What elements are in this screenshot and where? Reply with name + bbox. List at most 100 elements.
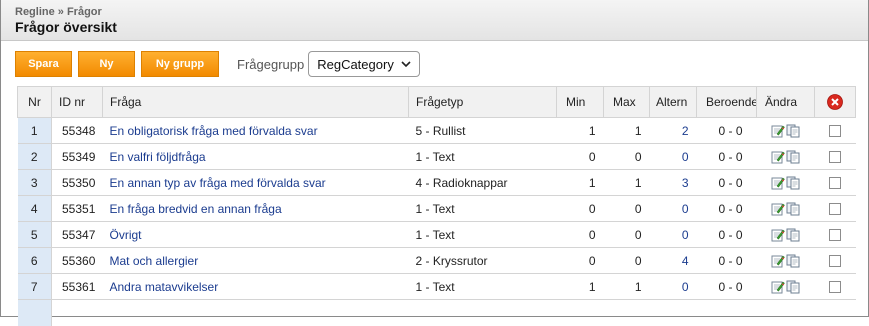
row-number: 1	[17, 117, 52, 144]
row-edit-actions[interactable]	[756, 221, 815, 248]
col-header-nr[interactable]: Nr	[17, 86, 52, 118]
col-header-altern[interactable]: Altern	[649, 86, 697, 118]
row-altern[interactable]: 2	[649, 117, 697, 144]
edit-icon-group[interactable]	[771, 254, 800, 268]
row-type: 4 - Radioknappar	[408, 169, 557, 196]
row-id: 55350	[51, 169, 103, 196]
row-id: 55348	[51, 117, 103, 144]
new-group-button[interactable]: Ny grupp	[141, 51, 219, 77]
new-button[interactable]: Ny	[78, 51, 135, 77]
delete-checkbox[interactable]	[829, 229, 841, 242]
question-link[interactable]: En annan typ av fråga med förvalda svar	[110, 176, 326, 190]
copy-icon	[786, 254, 800, 268]
delete-checkbox[interactable]	[829, 203, 841, 216]
row-max: 0	[603, 195, 650, 222]
row-type: 2 - Kryssrutor	[408, 247, 557, 274]
row-number: 4	[17, 195, 52, 222]
page-header: Regline » Frågor Frågor översikt	[1, 0, 868, 41]
table-row: 6 55360 Mat och allergier 2 - Kryssrutor 0 0 4…	[17, 247, 856, 274]
app-frame: Regline » Frågor Frågor översikt Spara N…	[0, 0, 869, 326]
table-row: 1 55348 En obligatorisk fråga med förvalda…	[17, 117, 856, 144]
question-link[interactable]: Mat och allergier	[110, 254, 199, 268]
row-edit-actions[interactable]	[756, 117, 815, 144]
row-delete-cell	[814, 143, 856, 170]
edit-pencil-icon	[771, 151, 785, 164]
delete-all-icon[interactable]	[827, 94, 843, 110]
row-delete-cell	[814, 247, 856, 274]
row-id: 55360	[51, 247, 103, 274]
copy-icon	[786, 176, 800, 190]
delete-checkbox[interactable]	[829, 151, 841, 164]
row-min: 0	[556, 221, 604, 248]
copy-icon	[786, 150, 800, 164]
copy-icon	[786, 228, 800, 242]
page-title: Frågor översikt	[15, 19, 117, 35]
breadcrumb[interactable]: Regline » Frågor	[15, 6, 868, 18]
row-edit-actions[interactable]	[756, 169, 815, 196]
edit-pencil-icon	[771, 255, 785, 268]
row-max: 1	[603, 169, 650, 196]
row-min: 1	[556, 169, 604, 196]
row-altern[interactable]: 0	[649, 273, 697, 300]
question-group-select[interactable]: RegCategory	[308, 51, 421, 77]
edit-icon-group[interactable]	[771, 150, 800, 164]
row-min: 1	[556, 117, 604, 144]
table-row: 5 55347 Övrigt 1 - Text 0 0 0 0 - 0	[17, 221, 856, 248]
delete-checkbox[interactable]	[829, 177, 841, 190]
col-header-delete[interactable]	[814, 86, 856, 118]
edit-icon-group[interactable]	[771, 202, 800, 216]
question-link[interactable]: En valfri följdfråga	[110, 150, 206, 164]
row-edit-actions[interactable]	[756, 195, 815, 222]
row-altern[interactable]: 4	[649, 247, 697, 274]
col-header-edit[interactable]: Ändra	[756, 86, 815, 118]
row-number: 6	[17, 247, 52, 274]
question-group-label: Frågegrupp	[237, 56, 305, 72]
row-id: 55347	[51, 221, 103, 248]
row-max: 0	[603, 221, 650, 248]
edit-pencil-icon	[771, 203, 785, 216]
row-delete-cell	[814, 117, 856, 144]
row-edit-actions[interactable]	[756, 247, 815, 274]
col-header-max[interactable]: Max	[603, 86, 650, 118]
col-header-type[interactable]: Frågetyp	[408, 86, 557, 118]
row-altern[interactable]: 0	[649, 221, 697, 248]
question-link[interactable]: En obligatorisk fråga med förvalda svar	[110, 124, 318, 138]
row-number: 7	[17, 273, 52, 300]
copy-icon	[786, 202, 800, 216]
row-edit-actions[interactable]	[756, 143, 815, 170]
edit-icon-group[interactable]	[771, 176, 800, 190]
question-link[interactable]: Andra matavvikelser	[110, 280, 219, 294]
delete-checkbox[interactable]	[829, 125, 841, 138]
table-header-row: Nr ID nr Fråga Frågetyp Min Max Altern B…	[17, 86, 856, 118]
row-altern[interactable]: 0	[649, 143, 697, 170]
edit-icon-group[interactable]	[771, 228, 800, 242]
table-filler-row	[17, 299, 856, 326]
row-type: 1 - Text	[408, 143, 557, 170]
row-type: 1 - Text	[408, 221, 557, 248]
col-header-dependent[interactable]: Beroende	[696, 86, 757, 118]
row-number: 2	[17, 143, 52, 170]
edit-icon-group[interactable]	[771, 280, 800, 294]
question-link[interactable]: En fråga bredvid en annan fråga	[110, 202, 282, 216]
table-row: 4 55351 En fråga bredvid en annan fråga 1 -…	[17, 195, 856, 222]
row-type: 1 - Text	[408, 195, 557, 222]
save-button[interactable]: Spara	[15, 51, 72, 77]
question-link[interactable]: Övrigt	[110, 228, 142, 242]
row-dependent: 0 - 0	[696, 221, 757, 248]
questions-table: Nr ID nr Fråga Frågetyp Min Max Altern B…	[17, 86, 856, 326]
row-delete-cell	[814, 169, 856, 196]
row-altern[interactable]: 0	[649, 195, 697, 222]
chevron-down-icon	[401, 61, 411, 68]
col-header-id[interactable]: ID nr	[51, 86, 103, 118]
delete-checkbox[interactable]	[829, 255, 841, 268]
edit-icon-group[interactable]	[771, 124, 800, 138]
table-row: 3 55350 En annan typ av fråga med förvalda…	[17, 169, 856, 196]
row-altern[interactable]: 3	[649, 169, 697, 196]
row-edit-actions[interactable]	[756, 273, 815, 300]
row-min: 1	[556, 273, 604, 300]
row-max: 1	[603, 273, 650, 300]
delete-checkbox[interactable]	[829, 281, 841, 294]
row-dependent: 0 - 0	[696, 143, 757, 170]
col-header-min[interactable]: Min	[556, 86, 604, 118]
col-header-question[interactable]: Fråga	[102, 86, 409, 118]
